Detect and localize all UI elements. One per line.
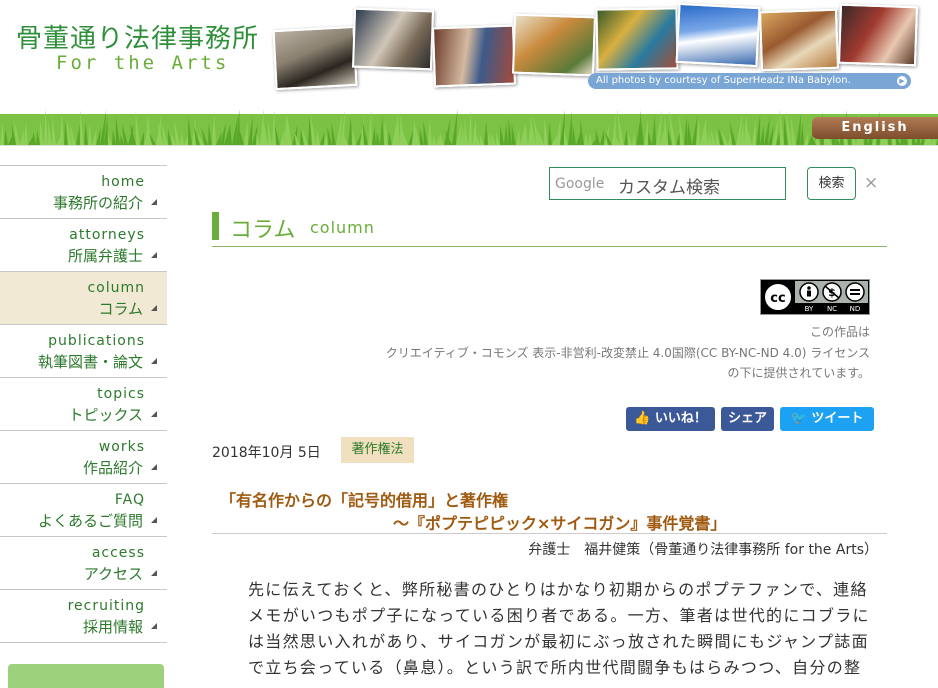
facebook-share-button[interactable]: シェア — [721, 407, 774, 431]
arrow-icon — [151, 252, 157, 258]
nav-label-en: FAQ — [114, 492, 145, 508]
grass-decoration — [0, 109, 938, 145]
paragraph-line: は当然思い入れがあり、サイコガンが最初にぶっ放された瞬間にもジャンプ誌面 — [248, 632, 869, 651]
header-photo — [272, 25, 358, 91]
sidebar-item-recruiting[interactable]: recruiting 採用情報 — [0, 590, 167, 643]
paragraph-line: 先に伝えておくと、弊所秘書のひとりはかなり初期からのポプテファンで、連絡 — [248, 580, 868, 599]
cc-nd-label: ND — [850, 305, 861, 313]
tweet-button[interactable]: 🐦 ツイート — [780, 407, 874, 431]
cc-by-label: BY — [805, 305, 814, 313]
arrow-icon — [151, 305, 157, 311]
license-text-line: この作品は — [809, 325, 870, 339]
page-title-jp: コラム — [230, 218, 296, 243]
license-text-line: の下に提供されています。 — [727, 366, 870, 380]
heading-bar — [212, 212, 219, 240]
category-tag[interactable]: 著作権法 — [341, 437, 414, 463]
nav-label-en: publications — [48, 333, 145, 349]
photo-credit-text: All photos by courtesy of SuperHeadz INa… — [596, 75, 851, 86]
nav-label-en: column — [87, 280, 145, 296]
article-paragraph: 先に伝えておくと、弊所秘書のひとりはかなり初期からのポプテファンで、連絡 メモが… — [248, 577, 878, 681]
header-photo — [675, 2, 761, 68]
photo-credit[interactable]: All photos by courtesy of SuperHeadz INa… — [588, 73, 911, 89]
header-photo — [511, 13, 597, 77]
english-button[interactable]: English — [812, 117, 938, 139]
nav-label-jp: トピックス — [68, 406, 143, 424]
header-photo — [758, 8, 840, 72]
nav-label-jp: 所属弁護士 — [67, 247, 143, 265]
arrow-icon — [151, 570, 157, 576]
sidebar-nav: home 事務所の紹介 attorneys 所属弁護士 column コラム p… — [0, 165, 167, 643]
license-link[interactable]: クリエイティブ・コモンズ 表示-非営利-改変禁止 4.0国際(CC BY-NC-… — [386, 344, 870, 361]
paragraph-line: で立ち会っている（鼻息）。という訳で所内世代間闘争もはらみつつ、自分の整 — [248, 658, 862, 677]
arrow-icon — [151, 464, 157, 470]
page-title-en: column — [310, 218, 375, 237]
arrow-icon — [151, 411, 157, 417]
facebook-like-button[interactable]: 👍 いいね！ — [626, 407, 715, 431]
search-input[interactable]: Google カスタム検索 — [549, 167, 786, 200]
arrow-icon — [151, 623, 157, 629]
article-title-line1: 「有名作からの「記号的借用」と著作権 — [220, 491, 509, 510]
arrow-icon — [151, 199, 157, 205]
sidebar-item-faq[interactable]: FAQ よくあるご質問 — [0, 484, 167, 537]
article-date: 2018年10月 5日 — [212, 445, 321, 461]
article-title-line2: ～『ポプテピピック×サイコガン』事件覚書」 — [393, 514, 727, 533]
sidebar-item-topics[interactable]: topics トピックス — [0, 378, 167, 431]
nav-label-jp: コラム — [98, 300, 143, 318]
sidebar-item-column[interactable]: column コラム — [0, 272, 167, 325]
nav-label-jp: 執筆図書・論文 — [37, 353, 143, 371]
sidebar-item-access[interactable]: access アクセス — [0, 537, 167, 590]
nav-label-en: attorneys — [69, 227, 145, 243]
nav-label-en: recruiting — [67, 598, 145, 614]
cc-text: cc — [770, 291, 785, 306]
nav-label-jp: アクセス — [83, 565, 143, 583]
paragraph-line: メモがいつもポプ子になっている困り者である。一方、筆者は世代的にコブラに — [248, 606, 870, 625]
cc-license-badge[interactable]: cc $ BY NC ND — [760, 279, 870, 315]
sidebar-item-publications[interactable]: publications 執筆図書・論文 — [0, 325, 167, 378]
close-icon[interactable]: × — [864, 173, 878, 193]
divider — [212, 533, 887, 534]
site-subtitle[interactable]: For the Arts — [56, 52, 229, 74]
mail-magazine-banner[interactable] — [8, 664, 164, 688]
twitter-bird-icon: 🐦 — [790, 411, 807, 426]
search-button[interactable]: 検索 — [807, 167, 856, 200]
header-photo — [595, 7, 679, 71]
sidebar-item-works[interactable]: works 作品紹介 — [0, 431, 167, 484]
nav-label-jp: 作品紹介 — [82, 459, 143, 477]
like-label: いいね！ — [654, 411, 707, 426]
cc-icon: cc $ BY NC ND — [761, 280, 869, 314]
site-header: 骨董通り法律事務所 For the Arts All photos by cou… — [0, 0, 938, 146]
nav-label-en: works — [98, 439, 145, 455]
arrow-icon — [151, 517, 157, 523]
cc-nc-label: NC — [827, 305, 837, 313]
article-author: 弁護士 福井健策（骨董通り法律事務所 for the Arts） — [528, 542, 878, 558]
nav-label-jp: 採用情報 — [82, 618, 143, 636]
search-placeholder: カスタム検索 — [618, 178, 720, 198]
sidebar-item-attorneys[interactable]: attorneys 所属弁護士 — [0, 219, 167, 272]
tweet-label: ツイート — [811, 411, 864, 426]
site-title[interactable]: 骨董通り法律事務所 — [16, 18, 259, 55]
nav-label-jp: よくあるご質問 — [37, 512, 143, 530]
nav-label-jp: 事務所の紹介 — [52, 194, 143, 212]
header-photo — [351, 7, 435, 71]
sidebar-item-home[interactable]: home 事務所の紹介 — [0, 166, 167, 219]
google-logo: Google — [555, 176, 605, 192]
header-photo — [837, 3, 919, 67]
arrow-right-icon: ▶ — [897, 76, 907, 86]
nav-label-en: home — [101, 174, 145, 190]
page-heading: コラム column — [212, 212, 887, 247]
nav-label-en: access — [91, 545, 145, 561]
header-photo — [431, 24, 517, 88]
arrow-icon — [151, 358, 157, 364]
nav-label-en: topics — [97, 386, 145, 402]
thumbs-up-icon: 👍 — [634, 411, 651, 426]
